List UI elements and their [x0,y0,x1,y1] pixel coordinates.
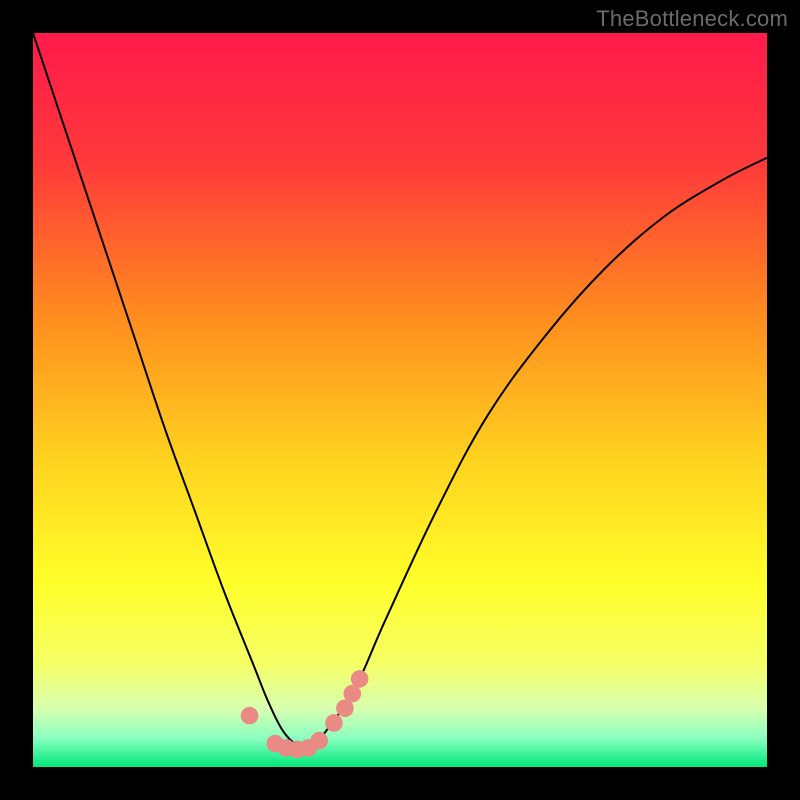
chart-svg [33,33,767,767]
chart-frame: TheBottleneck.com [0,0,800,800]
watermark-text: TheBottleneck.com [596,6,788,32]
highlight-dot [325,714,343,732]
highlight-dot [310,732,328,750]
bottleneck-curve [33,33,767,747]
highlight-dot [351,670,369,688]
highlight-dot [241,707,259,725]
chart-plot-area [33,33,767,767]
